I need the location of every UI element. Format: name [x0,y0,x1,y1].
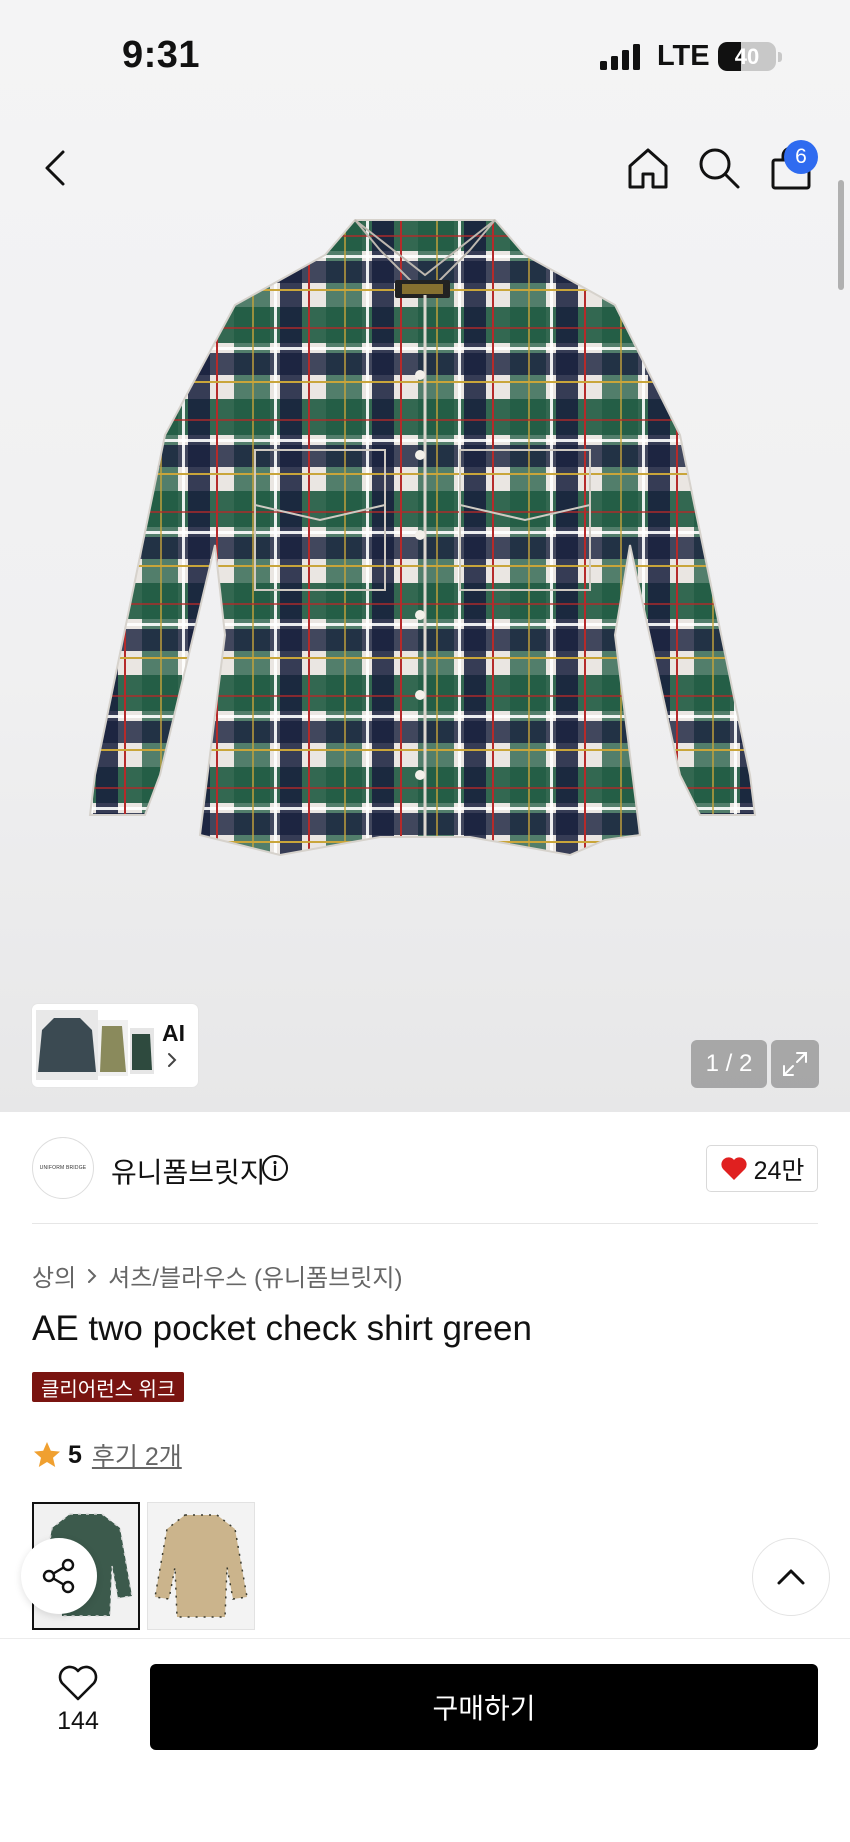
share-button[interactable] [21,1538,97,1614]
search-button[interactable] [689,138,749,198]
status-bar: 9:31 LTE 40 [0,0,850,110]
status-time: 9:31 [122,34,201,76]
breadcrumb: 상의 셔츠/블라우스 (유니폼브릿지) [32,1258,402,1293]
battery-icon: 40 [718,42,776,71]
wishlist-count: 144 [57,1707,99,1735]
cart-count-badge: 6 [784,140,818,174]
review-link[interactable]: 후기 2개 [92,1437,182,1473]
brand-name[interactable]: 유니폼브릿지 [111,1151,266,1191]
breadcrumb-item-subcategory[interactable]: 셔츠/블라우스 (유니폼브릿지) [108,1258,402,1293]
fullscreen-button[interactable] [771,1040,819,1088]
product-title: AE two pocket check shirt green [32,1309,532,1348]
product-image-gallery[interactable]: 9:31 LTE 40 6 AI 1 / 2 [0,0,850,1112]
home-button[interactable] [618,138,678,198]
chevron-right-icon [88,1268,97,1283]
thumbnail-images [36,1010,154,1080]
rating-value: 5 [68,1440,82,1469]
scroll-to-top-button[interactable] [752,1538,830,1616]
scrollbar[interactable] [838,180,844,290]
share-icon [42,1558,75,1594]
rating: 5 후기 2개 [32,1437,182,1473]
expand-icon [783,1052,807,1076]
product-image [88,219,757,857]
signal-icon [600,44,640,70]
brand-like-button[interactable]: 24만 [706,1145,818,1192]
buy-button[interactable]: 구매하기 [150,1664,818,1750]
back-button[interactable] [26,138,86,198]
chevron-right-icon [168,1053,177,1067]
brand-like-count: 24만 [753,1156,805,1185]
brand-logo[interactable]: UNIFORM BRIDGE [32,1137,94,1199]
info-icon[interactable] [261,1154,289,1182]
wishlist-button[interactable]: 144 [50,1665,106,1749]
battery-level: 40 [734,43,760,69]
star-icon [34,1442,60,1467]
ai-label: AI [162,1020,185,1046]
color-option-beige[interactable] [147,1502,255,1630]
network-label: LTE [657,40,710,72]
heart-outline-icon [58,1665,98,1701]
product-detail-screen: 9:31 LTE 40 6 AI 1 / 2 UNIFORM BRIDGE 유니… [0,0,850,1842]
promo-badge: 클리어런스 위크 [32,1372,185,1402]
chevron-up-icon [777,1569,805,1585]
search-icon [699,148,740,189]
image-pager: 1 / 2 [691,1040,767,1088]
chevron-left-icon [45,150,65,186]
home-icon [628,148,668,189]
battery-cap [778,52,782,62]
brand-logo-text: UNIFORM BRIDGE [39,1165,87,1171]
breadcrumb-item-category[interactable]: 상의 [32,1258,76,1293]
divider [32,1223,818,1224]
heart-filled-icon [720,1156,747,1180]
swatch-image [148,1503,254,1629]
